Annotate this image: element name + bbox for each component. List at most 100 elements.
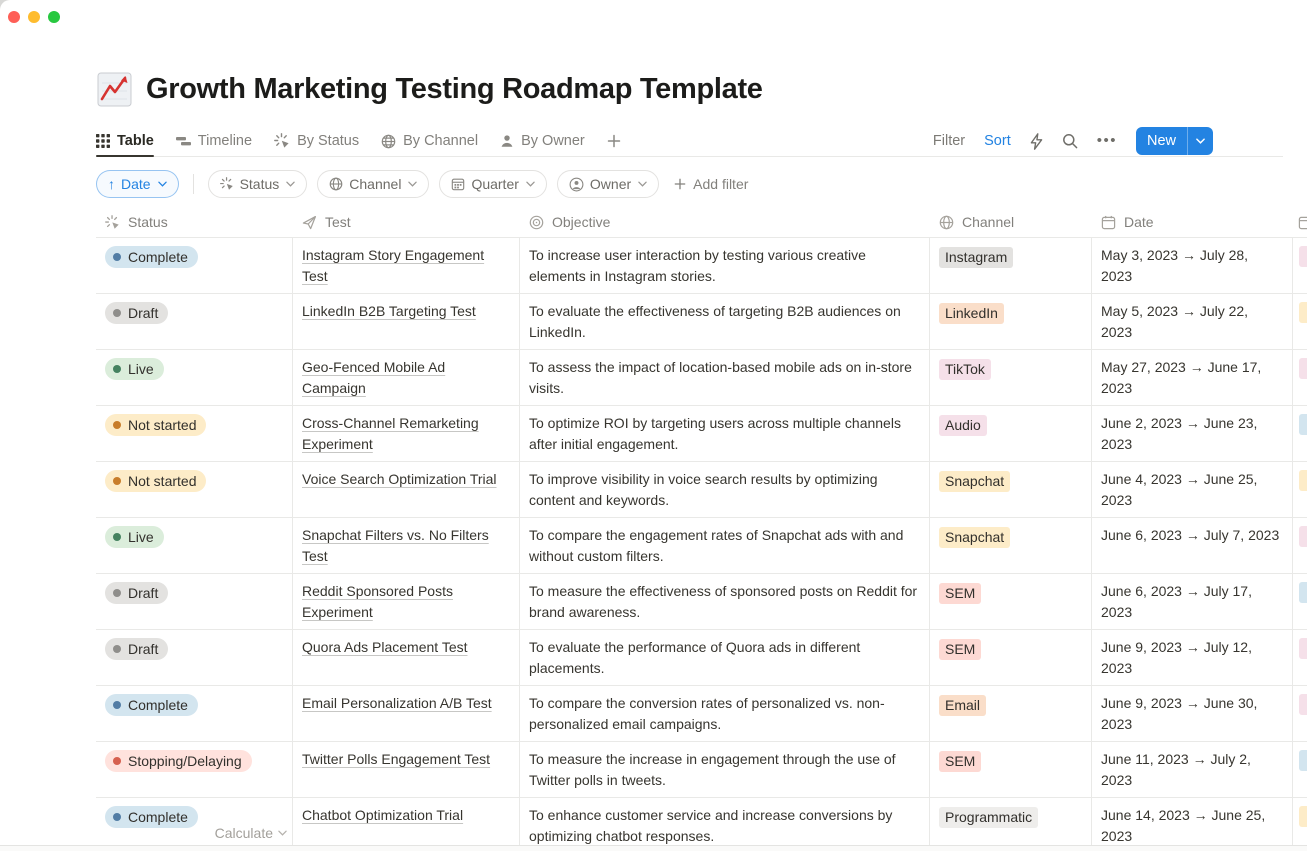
objective-cell[interactable]: To compare the engagement rates of Snapc…: [520, 518, 930, 573]
objective-cell[interactable]: To evaluate the performance of Quora ads…: [520, 630, 930, 685]
chart-increasing-emoji-icon[interactable]: [96, 71, 133, 108]
channel-cell[interactable]: SEM: [930, 742, 1092, 797]
date-cell[interactable]: June 2, 2023 → June 23, 2023: [1092, 406, 1293, 461]
tab-by-owner[interactable]: By Owner: [500, 126, 585, 156]
partial-cell[interactable]: [1293, 406, 1307, 461]
objective-cell[interactable]: To compare the conversion rates of perso…: [520, 686, 930, 741]
status-cell[interactable]: Complete: [96, 686, 293, 741]
partial-cell[interactable]: [1293, 462, 1307, 517]
column-header-partial[interactable]: [1293, 207, 1307, 237]
tab-table[interactable]: Table: [96, 126, 154, 156]
test-cell[interactable]: LinkedIn B2B Targeting Test: [293, 294, 520, 349]
filter-chip-status[interactable]: Status: [208, 170, 308, 198]
test-page-link[interactable]: Twitter Polls Engagement Test: [302, 751, 490, 767]
filter-chip-channel[interactable]: Channel: [317, 170, 429, 198]
partial-cell[interactable]: [1293, 238, 1307, 293]
objective-cell[interactable]: To evaluate the effectiveness of targeti…: [520, 294, 930, 349]
test-cell[interactable]: Cross-Channel Remarketing Experiment: [293, 406, 520, 461]
new-button-label[interactable]: New: [1136, 127, 1187, 155]
filter-chip-quarter[interactable]: Quarter: [439, 170, 546, 198]
new-button[interactable]: New: [1136, 127, 1213, 155]
channel-cell[interactable]: Snapchat: [930, 462, 1092, 517]
column-header-channel[interactable]: Channel: [930, 207, 1092, 237]
partial-cell[interactable]: [1293, 350, 1307, 405]
test-cell[interactable]: Snapchat Filters vs. No Filters Test: [293, 518, 520, 573]
date-cell[interactable]: June 6, 2023 → July 17, 2023: [1092, 574, 1293, 629]
tab-by-channel[interactable]: By Channel: [381, 126, 478, 156]
test-cell[interactable]: Email Personalization A/B Test: [293, 686, 520, 741]
partial-cell[interactable]: [1293, 294, 1307, 349]
new-button-dropdown[interactable]: [1188, 127, 1213, 155]
test-cell[interactable]: Voice Search Optimization Trial: [293, 462, 520, 517]
date-cell[interactable]: June 11, 2023 → July 2, 2023: [1092, 742, 1293, 797]
lightning-icon[interactable]: [1030, 133, 1043, 150]
sort-chip-date[interactable]: ↑ Date: [96, 170, 179, 198]
channel-cell[interactable]: TikTok: [930, 350, 1092, 405]
test-cell[interactable]: Quora Ads Placement Test: [293, 630, 520, 685]
column-header-objective[interactable]: Objective: [520, 207, 930, 237]
column-header-date[interactable]: Date: [1092, 207, 1293, 237]
channel-cell[interactable]: LinkedIn: [930, 294, 1092, 349]
status-cell[interactable]: Complete: [96, 238, 293, 293]
partial-cell[interactable]: [1293, 686, 1307, 741]
test-page-link[interactable]: Snapchat Filters vs. No Filters Test: [302, 527, 489, 564]
channel-cell[interactable]: Audio: [930, 406, 1092, 461]
column-header-test[interactable]: Test: [293, 207, 520, 237]
tab-timeline[interactable]: Timeline: [176, 126, 252, 156]
close-window-button[interactable]: [8, 11, 20, 23]
status-cell[interactable]: Stopping/Delaying: [96, 742, 293, 797]
status-cell[interactable]: Not started: [96, 462, 293, 517]
tab-by-status[interactable]: By Status: [274, 126, 359, 156]
status-cell[interactable]: Draft: [96, 574, 293, 629]
filter-button[interactable]: Filter: [933, 133, 965, 149]
partial-cell[interactable]: [1293, 574, 1307, 629]
test-cell[interactable]: Reddit Sponsored Posts Experiment: [293, 574, 520, 629]
add-filter-button[interactable]: Add filter: [674, 176, 748, 192]
date-cell[interactable]: May 27, 2023 → June 17, 2023: [1092, 350, 1293, 405]
status-cell[interactable]: Not started: [96, 406, 293, 461]
more-options-icon[interactable]: •••: [1097, 136, 1117, 146]
sort-button[interactable]: Sort: [984, 133, 1011, 149]
calculate-button[interactable]: Calculate: [96, 825, 293, 841]
test-cell[interactable]: Geo-Fenced Mobile Ad Campaign: [293, 350, 520, 405]
date-cell[interactable]: June 6, 2023 → July 7, 2023: [1092, 518, 1293, 573]
channel-cell[interactable]: Snapchat: [930, 518, 1092, 573]
objective-cell[interactable]: To measure the increase in engagement th…: [520, 742, 930, 797]
minimize-window-button[interactable]: [28, 11, 40, 23]
channel-cell[interactable]: SEM: [930, 574, 1092, 629]
date-cell[interactable]: June 9, 2023 → June 30, 2023: [1092, 686, 1293, 741]
test-page-link[interactable]: Voice Search Optimization Trial: [302, 471, 497, 487]
test-page-link[interactable]: Instagram Story Engagement Test: [302, 247, 484, 284]
add-view-button[interactable]: [607, 126, 621, 156]
search-icon[interactable]: [1062, 133, 1078, 149]
channel-cell[interactable]: SEM: [930, 630, 1092, 685]
partial-cell[interactable]: [1293, 630, 1307, 685]
column-header-status[interactable]: Status: [96, 207, 293, 237]
status-cell[interactable]: Live: [96, 350, 293, 405]
test-page-link[interactable]: Reddit Sponsored Posts Experiment: [302, 583, 453, 620]
zoom-window-button[interactable]: [48, 11, 60, 23]
objective-cell[interactable]: To optimize ROI by targeting users acros…: [520, 406, 930, 461]
test-page-link[interactable]: Geo-Fenced Mobile Ad Campaign: [302, 359, 445, 396]
date-cell[interactable]: June 4, 2023 → June 25, 2023: [1092, 462, 1293, 517]
objective-cell[interactable]: To improve visibility in voice search re…: [520, 462, 930, 517]
status-cell[interactable]: Live: [96, 518, 293, 573]
test-page-link[interactable]: Cross-Channel Remarketing Experiment: [302, 415, 479, 452]
horizontal-scrollbar-track[interactable]: [0, 845, 1307, 851]
partial-cell[interactable]: [1293, 518, 1307, 573]
test-cell[interactable]: Twitter Polls Engagement Test: [293, 742, 520, 797]
date-cell[interactable]: May 3, 2023 → July 28, 2023: [1092, 238, 1293, 293]
test-page-link[interactable]: Quora Ads Placement Test: [302, 639, 468, 655]
date-cell[interactable]: June 9, 2023 → July 12, 2023: [1092, 630, 1293, 685]
test-cell[interactable]: Instagram Story Engagement Test: [293, 238, 520, 293]
filter-chip-owner[interactable]: Owner: [557, 170, 659, 198]
channel-cell[interactable]: Instagram: [930, 238, 1092, 293]
objective-cell[interactable]: To increase user interaction by testing …: [520, 238, 930, 293]
test-page-link[interactable]: Email Personalization A/B Test: [302, 695, 492, 711]
status-cell[interactable]: Draft: [96, 294, 293, 349]
objective-cell[interactable]: To measure the effectiveness of sponsore…: [520, 574, 930, 629]
partial-cell[interactable]: [1293, 742, 1307, 797]
channel-cell[interactable]: Email: [930, 686, 1092, 741]
status-cell[interactable]: Draft: [96, 630, 293, 685]
objective-cell[interactable]: To assess the impact of location-based m…: [520, 350, 930, 405]
